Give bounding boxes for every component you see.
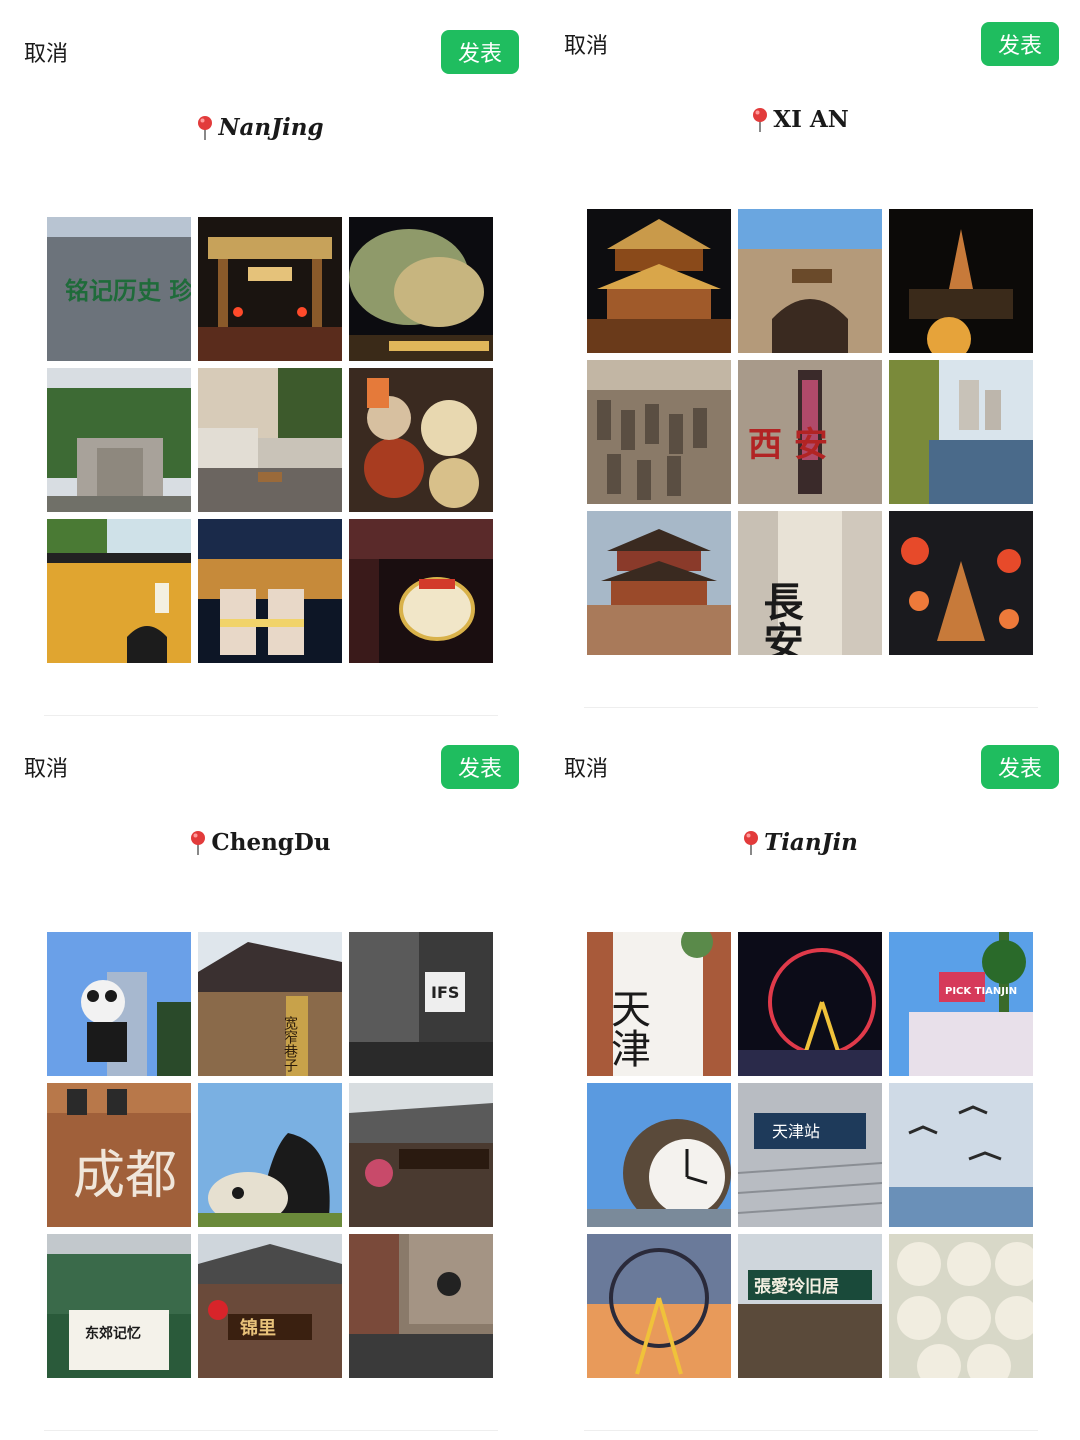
sign-text: 宽窄巷子 [282, 1015, 298, 1072]
photo-clock-sculpture[interactable] [587, 1083, 731, 1227]
photo-paifang-gate[interactable] [198, 217, 342, 361]
post-panel-nanjing: 取消 发表 NanJing 铭记历史 珍爱和平 [0, 0, 540, 720]
photo-zhang-ailing[interactable]: 張愛玲旧居 [738, 1234, 882, 1378]
photo-grid: 天津 PICK TIANJIN 天津站 張愛玲旧居 [587, 932, 1034, 1379]
city-title: TianJin [540, 829, 1060, 856]
post-panel-xian: 取消 发表 XI AN 西 安 長安 [540, 0, 1080, 712]
photo-river-canal[interactable] [198, 368, 342, 512]
photo-yellow-temple[interactable] [47, 519, 191, 663]
city-title: NanJing [0, 114, 520, 141]
sign-text: 天津站 [772, 1122, 820, 1141]
photo-xian-sign[interactable]: 西 安 [738, 360, 882, 504]
photo-blossom-tree[interactable] [349, 217, 493, 361]
post-panel-tianjin: 取消 发表 TianJin 天津 PICK TIANJIN 天津站 張愛玲旧居 [540, 715, 1080, 1435]
photo-baozi[interactable] [889, 1234, 1033, 1378]
photo-kuanzhai-alley[interactable]: 宽窄巷子 [198, 932, 342, 1076]
sign-text: 东郊记忆 [85, 1325, 141, 1342]
photo-ifs-mall[interactable]: IFS [349, 932, 493, 1076]
photo-city-wall[interactable] [738, 209, 882, 353]
photo-drum-tower[interactable] [587, 511, 731, 655]
city-name: NanJing [218, 114, 324, 141]
publish-button[interactable]: 发表 [441, 745, 519, 789]
city-name: TianJin [764, 829, 858, 856]
photo-grid: 宽窄巷子 IFS 成都 东郊记忆 锦里 [47, 932, 494, 1379]
photo-ferris-wheel-sunset[interactable] [587, 1234, 731, 1378]
photo-chengdu-wall[interactable]: 成都 [47, 1083, 191, 1227]
photo-ferris-wheel-night[interactable] [738, 932, 882, 1076]
divider [584, 1430, 1038, 1431]
location-pin-icon [742, 830, 760, 856]
photo-lantern-street[interactable] [349, 519, 493, 663]
photo-memorial-wall[interactable]: 铭记历史 珍爱和平 [47, 217, 191, 361]
photo-tianjin-banner[interactable]: 天津 [587, 932, 731, 1076]
cancel-button[interactable]: 取消 [564, 28, 608, 60]
photo-tianjin-station[interactable]: 天津站 [738, 1083, 882, 1227]
photo-food-table[interactable] [349, 368, 493, 512]
photo-street-shops[interactable] [349, 1234, 493, 1378]
publish-button[interactable]: 发表 [981, 745, 1059, 789]
location-pin-icon [196, 115, 214, 141]
sign-text: 西 安 [748, 425, 828, 465]
sign-text: 锦里 [240, 1317, 276, 1339]
cancel-button[interactable]: 取消 [24, 36, 68, 68]
photo-grid: 铭记历史 珍爱和平 [47, 217, 494, 664]
photo-drinks-night[interactable] [198, 519, 342, 663]
divider [44, 1430, 498, 1431]
sign-text: PICK TIANJIN [945, 986, 1017, 997]
photo-terracotta[interactable] [587, 360, 731, 504]
city-title: ChengDu [0, 829, 520, 856]
banner-text: 天津 [604, 988, 650, 1068]
city-name: ChengDu [211, 829, 331, 856]
sign-text: 張愛玲旧居 [754, 1276, 839, 1297]
photo-green-train[interactable]: 东郊记忆 [47, 1234, 191, 1378]
photo-seagulls[interactable] [889, 1083, 1033, 1227]
photo-lantern-pagoda[interactable] [889, 511, 1033, 655]
location-pin-icon [189, 830, 207, 856]
publish-button[interactable]: 发表 [441, 30, 519, 74]
photo-jinli-gate[interactable]: 锦里 [198, 1234, 342, 1378]
photo-pagoda-night[interactable] [889, 209, 1033, 353]
photo-changan-sign[interactable]: 長安 [738, 511, 882, 655]
photo-monument[interactable] [47, 368, 191, 512]
sign-text: 成都 [73, 1146, 177, 1206]
photo-bell-tower[interactable] [587, 209, 731, 353]
photo-river-moat[interactable] [889, 360, 1033, 504]
photo-panda-building[interactable] [47, 932, 191, 1076]
photo-panda-sculpture[interactable] [198, 1083, 342, 1227]
publish-button[interactable]: 发表 [981, 22, 1059, 66]
photo-traditional-roof[interactable] [349, 1083, 493, 1227]
sign-text: 長安 [757, 581, 804, 655]
city-title: XI AN [540, 106, 1060, 133]
wall-inscription: 铭记历史 珍爱和平 [65, 276, 191, 305]
photo-pick-tianjin[interactable]: PICK TIANJIN [889, 932, 1033, 1076]
cancel-button[interactable]: 取消 [564, 751, 608, 783]
city-name: XI AN [773, 106, 849, 133]
location-pin-icon [751, 107, 769, 133]
post-panel-chengdu: 取消 发表 ChengDu 宽窄巷子 IFS 成都 东郊记忆 锦里 [0, 715, 540, 1435]
cancel-button[interactable]: 取消 [24, 751, 68, 783]
photo-grid: 西 安 長安 [587, 209, 1034, 656]
divider [584, 707, 1038, 708]
sign-text: IFS [431, 983, 459, 1002]
